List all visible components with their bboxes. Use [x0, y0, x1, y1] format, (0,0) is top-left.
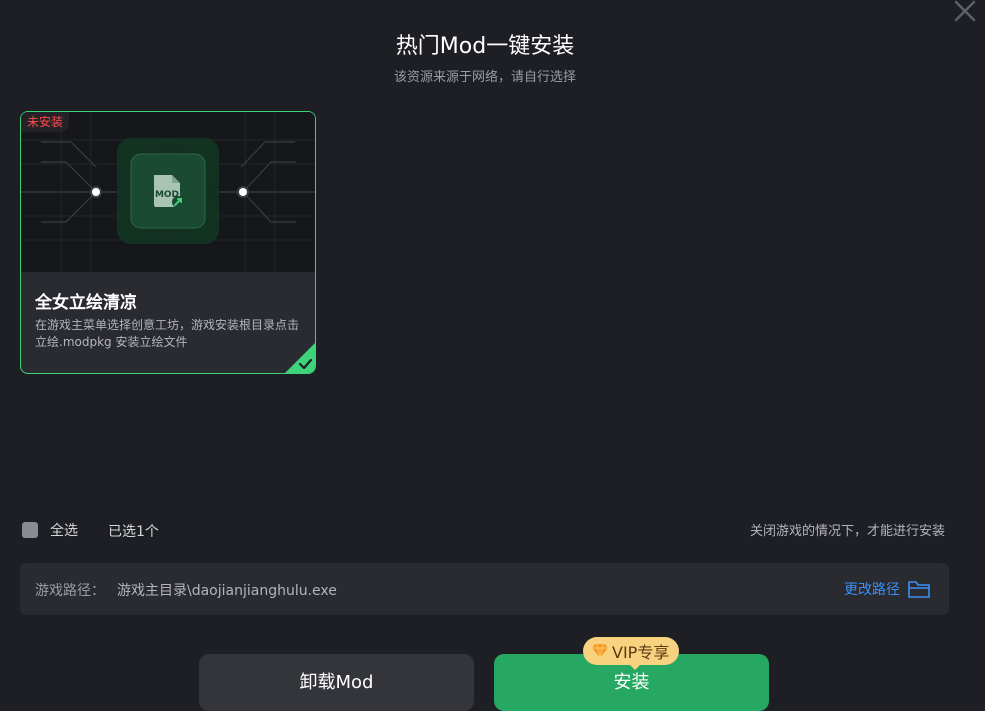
- diamond-icon: [592, 643, 608, 659]
- folder-icon: [908, 581, 930, 598]
- mod-card[interactable]: MOD 未安装 全女立绘清凉 在游戏主菜单选择创意工坊，游戏安装根目录点击立绘.…: [20, 111, 316, 374]
- selected-check-icon: [285, 343, 315, 373]
- install-status-badge: 未安装: [21, 112, 70, 132]
- game-path-bar: 游戏路径： 游戏主目录\daojianjianghulu.exe 更改路径: [20, 563, 949, 615]
- dialog-title: 热门Mod一键安装: [395, 34, 575, 59]
- mod-description: 在游戏主菜单选择创意工坊，游戏安装根目录点击立绘.modpkg 安装立绘文件: [35, 318, 300, 349]
- selected-count: 已选1个: [108, 524, 159, 540]
- path-label: 游戏路径：: [35, 583, 105, 599]
- change-path-button[interactable]: 更改路径: [844, 577, 931, 601]
- close-icon: [954, 0, 976, 22]
- uninstall-mod-button[interactable]: 卸载Mod: [199, 654, 474, 711]
- close-button[interactable]: [948, 0, 982, 28]
- path-value: 游戏主目录\daojianjianghulu.exe: [117, 583, 337, 599]
- mod-card-image: MOD 未安装: [21, 112, 315, 272]
- change-path-label: 更改路径: [844, 582, 900, 598]
- mod-title: 全女立绘清凉: [35, 293, 137, 313]
- checkbox-box[interactable]: [22, 522, 38, 538]
- vip-badge: VIP专享: [583, 637, 680, 670]
- select-all-checkbox[interactable]: 全选: [22, 520, 78, 540]
- dialog-subtitle: 该资源来源于网络，请自行选择: [393, 70, 576, 85]
- vip-label: VIP专享: [612, 643, 670, 662]
- install-hint: 关闭游戏的情况下，才能进行安装: [749, 524, 945, 539]
- select-all-label: 全选: [50, 523, 78, 539]
- mod-file-icon: MOD: [154, 175, 184, 208]
